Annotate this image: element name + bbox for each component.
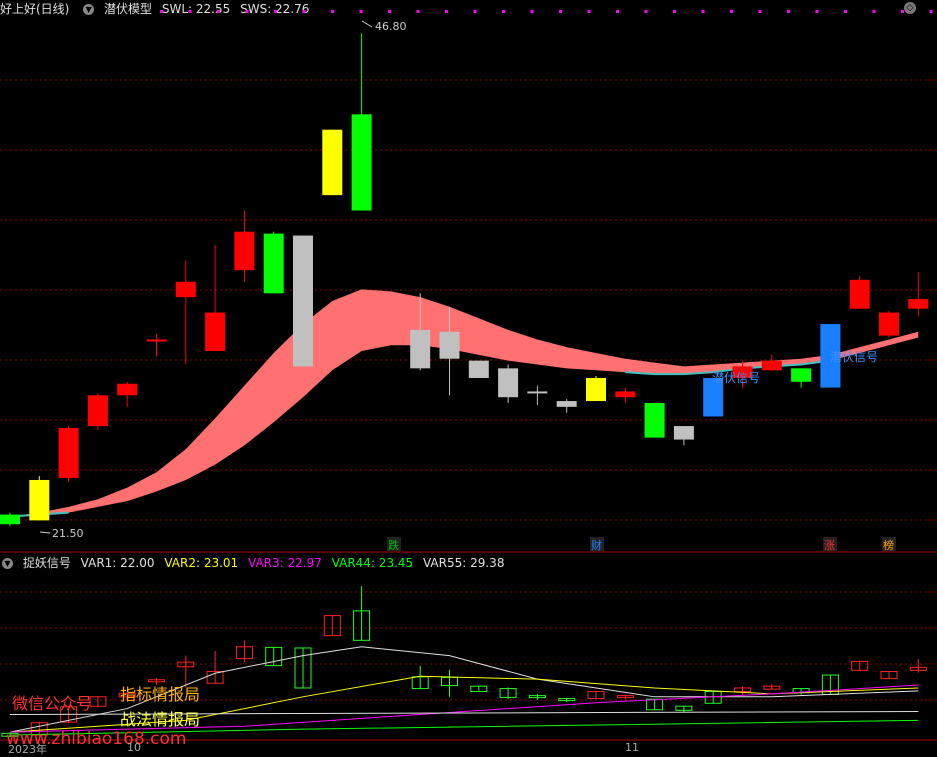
marker-dot (530, 10, 534, 13)
marker-dot (787, 10, 790, 13)
event-badge: 跌 (388, 538, 399, 552)
marker-dot (872, 10, 876, 13)
candle-body (146, 339, 167, 342)
candle-body (351, 114, 372, 211)
candle-body (234, 231, 255, 271)
candle-body (908, 299, 929, 309)
marker-dot (388, 10, 391, 13)
watermark-zhanfa: 战法情报局 (120, 710, 201, 729)
marker-dot (188, 10, 192, 13)
marker-dot (730, 10, 733, 13)
event-badge: 榜 (883, 538, 894, 552)
high-price-label: 46.80 (375, 20, 407, 33)
candle-body (556, 401, 577, 407)
month-label-nov: 11 (625, 741, 639, 754)
marker-dot (217, 10, 220, 13)
marker-dot (559, 10, 562, 13)
marker-dot (929, 10, 933, 13)
candle-body (263, 233, 284, 294)
signal-label-1: 潜伏信号 (712, 371, 760, 385)
marker-dot (644, 10, 648, 13)
candle-body (439, 331, 460, 359)
signal-label-2: 潜伏信号 (830, 350, 878, 364)
marker-dot (274, 10, 277, 13)
settings-icon[interactable]: ◇ (904, 2, 916, 14)
candle-body (293, 235, 313, 367)
candlestick-series (0, 33, 929, 527)
marker-dot (416, 10, 420, 13)
candle-body (468, 360, 489, 378)
candle-body (175, 281, 196, 298)
year-axis-label: 2023年 (8, 743, 47, 756)
ribbon-fill (10, 289, 919, 517)
candle-body (205, 312, 226, 352)
marker-dot (473, 10, 477, 13)
candle-body (29, 479, 50, 521)
marker-dot (616, 10, 619, 13)
candle-body (410, 329, 431, 369)
marker-dot (701, 10, 705, 13)
low-price-label: 21.50 (52, 527, 84, 540)
candle-body (586, 377, 606, 402)
event-badge: 财 (591, 538, 602, 552)
ribbon-band (9, 289, 919, 518)
low-price-arrow (39, 531, 51, 534)
candle-body (0, 514, 20, 525)
marker-dot (815, 10, 819, 13)
candle-body (644, 402, 665, 438)
candle-body (673, 426, 694, 440)
marker-dot (844, 10, 847, 13)
marker-dot (445, 10, 448, 13)
candle-body (879, 312, 899, 336)
candle-body (58, 428, 79, 479)
marker-dot (359, 10, 363, 13)
candle-body (849, 279, 870, 309)
high-price-arrow (361, 20, 373, 28)
candle-body (87, 395, 108, 427)
event-badge: 涨 (824, 539, 835, 552)
watermark-wechat: 微信公众号 (12, 694, 93, 713)
candle-body (117, 383, 138, 396)
chart-canvas[interactable]: 46.8021.50潜伏信号潜伏信号跌财涨榜 (0, 0, 937, 756)
month-label-oct: 10 (127, 741, 141, 754)
watermark-zhibiao: 指标情报局 (120, 685, 201, 704)
candle-body (791, 368, 812, 382)
candle-body (498, 368, 519, 398)
marker-dot (160, 10, 163, 13)
marker-dot (758, 10, 762, 13)
marker-dot (302, 10, 306, 13)
marker-dot (245, 10, 249, 13)
marker-dot (331, 10, 334, 13)
candle-body (761, 360, 782, 371)
marker-dot (587, 10, 591, 13)
candle-body (322, 129, 343, 196)
candle-body (527, 391, 548, 394)
candle-body (615, 391, 636, 398)
marker-dot (502, 10, 505, 13)
marker-dot (673, 10, 676, 13)
